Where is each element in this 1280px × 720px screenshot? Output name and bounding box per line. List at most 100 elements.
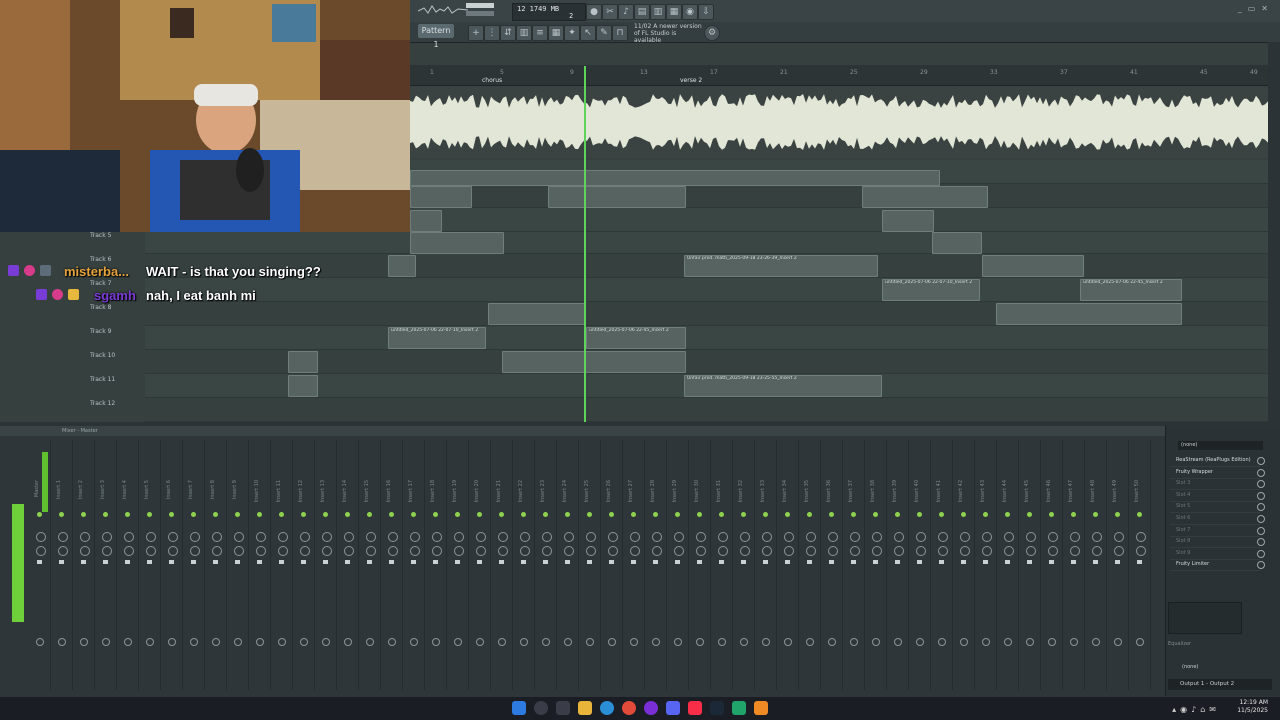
stereo-knob[interactable] bbox=[168, 546, 178, 556]
pan-knob[interactable] bbox=[652, 532, 662, 542]
mixer-strip[interactable]: Insert 3 bbox=[96, 440, 117, 690]
mixer-strip[interactable]: Insert 30 bbox=[690, 440, 711, 690]
strip-active-led[interactable] bbox=[851, 512, 856, 517]
route-knob[interactable] bbox=[1136, 638, 1144, 646]
pan-knob[interactable] bbox=[564, 532, 574, 542]
taskbar-clock[interactable]: 12:19 AM 11/5/2025 bbox=[1237, 699, 1268, 715]
volume-fader[interactable] bbox=[851, 560, 856, 564]
volume-fader[interactable] bbox=[807, 560, 812, 564]
route-knob[interactable] bbox=[608, 638, 616, 646]
pan-knob[interactable] bbox=[696, 532, 706, 542]
pan-knob[interactable] bbox=[586, 532, 596, 542]
fx-slot[interactable]: Slot 7 bbox=[1170, 525, 1260, 537]
app-icon[interactable] bbox=[644, 701, 658, 715]
pan-knob[interactable] bbox=[168, 532, 178, 542]
stereo-knob[interactable] bbox=[1004, 546, 1014, 556]
magnet-icon[interactable]: ⊓ bbox=[612, 25, 628, 41]
fx-input-select[interactable]: (none) bbox=[1178, 441, 1263, 450]
audio-clip[interactable] bbox=[410, 186, 472, 208]
mixer-strip[interactable]: Insert 10 bbox=[250, 440, 271, 690]
mixer-strip[interactable]: Insert 6 bbox=[162, 440, 183, 690]
cut-icon[interactable]: ✂ bbox=[602, 4, 618, 20]
pan-knob[interactable] bbox=[410, 532, 420, 542]
browser-icon[interactable]: ▤ bbox=[634, 4, 650, 20]
fx-slot-toggle[interactable] bbox=[1257, 457, 1265, 465]
audio-clip[interactable]: untitled_2025-07-06 22-45_Insert 2 bbox=[1080, 279, 1182, 301]
stereo-knob[interactable] bbox=[762, 546, 772, 556]
mixer-strip[interactable]: Insert 9 bbox=[228, 440, 249, 690]
stereo-knob[interactable] bbox=[344, 546, 354, 556]
fx-slot[interactable]: Slot 5 bbox=[1170, 501, 1260, 514]
stereo-knob[interactable] bbox=[234, 546, 244, 556]
route-knob[interactable] bbox=[674, 638, 682, 646]
volume-fader[interactable] bbox=[873, 560, 878, 564]
stereo-knob[interactable] bbox=[124, 546, 134, 556]
strip-active-led[interactable] bbox=[807, 512, 812, 517]
pan-knob[interactable] bbox=[344, 532, 354, 542]
volume-fader[interactable] bbox=[389, 560, 394, 564]
pan-knob[interactable] bbox=[278, 532, 288, 542]
stereo-knob[interactable] bbox=[476, 546, 486, 556]
route-knob[interactable] bbox=[344, 638, 352, 646]
file-explorer-icon[interactable] bbox=[578, 701, 592, 715]
route-knob[interactable] bbox=[388, 638, 396, 646]
stereo-knob[interactable] bbox=[564, 546, 574, 556]
pan-knob[interactable] bbox=[850, 532, 860, 542]
mixer-strip[interactable]: Insert 26 bbox=[602, 440, 623, 690]
mixer-strip[interactable]: Insert 12 bbox=[294, 440, 315, 690]
strip-active-led[interactable] bbox=[411, 512, 416, 517]
stereo-knob[interactable] bbox=[674, 546, 684, 556]
audio-clip[interactable]: Unfair prod. matti_2025-09-18 23-25-55_I… bbox=[684, 375, 882, 397]
stereo-knob[interactable] bbox=[718, 546, 728, 556]
audio-clip[interactable] bbox=[882, 210, 934, 232]
track-row[interactable] bbox=[410, 184, 1268, 208]
stereo-knob[interactable] bbox=[608, 546, 618, 556]
mixer-strip[interactable]: Insert 13 bbox=[316, 440, 337, 690]
strip-active-led[interactable] bbox=[235, 512, 240, 517]
strip-active-led[interactable] bbox=[81, 512, 86, 517]
strip-active-led[interactable] bbox=[983, 512, 988, 517]
audio-clip[interactable]: untitled_2025-07-06 22-45_Insert 2 bbox=[586, 327, 686, 349]
mixer-strip[interactable]: Insert 38 bbox=[866, 440, 887, 690]
fx-slot-toggle[interactable] bbox=[1257, 549, 1265, 558]
record-icon[interactable]: ● bbox=[586, 4, 602, 20]
mixer-strip[interactable]: Insert 46 bbox=[1042, 440, 1063, 690]
mixer-strip[interactable]: Insert 31 bbox=[712, 440, 733, 690]
chat-icon[interactable]: ◉ bbox=[682, 4, 698, 20]
route-knob[interactable] bbox=[366, 638, 374, 646]
track-header[interactable]: Track 5 bbox=[90, 232, 140, 254]
mixer-titlebar[interactable]: Mixer - Master bbox=[0, 426, 1165, 436]
mixer-strip[interactable]: Insert 21 bbox=[492, 440, 513, 690]
strip-active-led[interactable] bbox=[1093, 512, 1098, 517]
route-knob[interactable] bbox=[1004, 638, 1012, 646]
pan-knob[interactable] bbox=[1114, 532, 1124, 542]
volume-fader[interactable] bbox=[477, 560, 482, 564]
edge-icon[interactable] bbox=[600, 701, 614, 715]
route-knob[interactable] bbox=[520, 638, 528, 646]
pattern-add-icon[interactable]: + bbox=[468, 25, 484, 41]
music-icon[interactable] bbox=[688, 701, 702, 715]
mixer-strip[interactable]: Insert 33 bbox=[756, 440, 777, 690]
pattern-selector[interactable]: Pattern 1 bbox=[418, 24, 454, 49]
fx-slot-toggle[interactable] bbox=[1257, 515, 1265, 523]
master-pitch-slider[interactable] bbox=[466, 11, 494, 16]
volume-fader[interactable] bbox=[1115, 560, 1120, 564]
pan-knob[interactable] bbox=[1092, 532, 1102, 542]
volume-fader[interactable] bbox=[147, 560, 152, 564]
channel-icon[interactable]: ▦ bbox=[548, 25, 564, 41]
volume-fader[interactable] bbox=[565, 560, 570, 564]
route-knob[interactable] bbox=[828, 638, 836, 646]
mixer-strip[interactable]: Insert 7 bbox=[184, 440, 205, 690]
mixer-strip[interactable]: Insert 1 bbox=[52, 440, 73, 690]
fx-slot[interactable]: ReaStream (ReaPlugs Edition) bbox=[1170, 455, 1260, 467]
pan-knob[interactable] bbox=[542, 532, 552, 542]
stereo-knob[interactable] bbox=[300, 546, 310, 556]
volume-fader[interactable] bbox=[939, 560, 944, 564]
volume-fader[interactable] bbox=[1027, 560, 1032, 564]
windows-start-icon[interactable] bbox=[512, 701, 526, 715]
mixer-strip[interactable]: Insert 15 bbox=[360, 440, 381, 690]
stereo-knob[interactable] bbox=[740, 546, 750, 556]
volume-fader[interactable] bbox=[257, 560, 262, 564]
mixer-strip[interactable]: Insert 47 bbox=[1064, 440, 1085, 690]
volume-fader[interactable] bbox=[763, 560, 768, 564]
